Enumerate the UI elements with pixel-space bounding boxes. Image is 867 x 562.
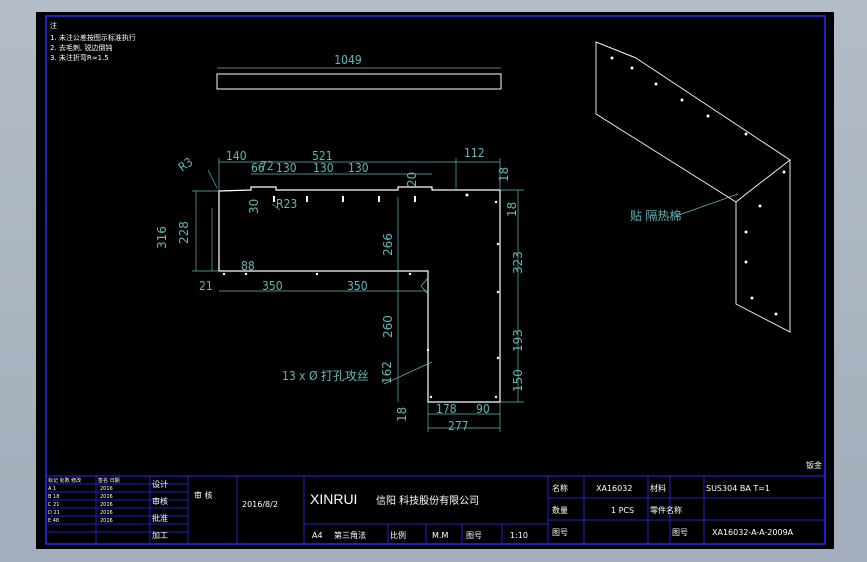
- sheet-border: [45, 15, 826, 545]
- dim-r23: R23: [276, 197, 297, 211]
- dim-130-c: 130: [348, 161, 369, 175]
- notes-block: 注 1. 未注公差按图示标准执行 2. 去毛刺, 锐边倒钝 3. 未注折弯R≈1…: [50, 21, 136, 62]
- tb-drawing-no-label-2: 图号: [672, 528, 688, 537]
- cad-drawing: 注 1. 未注公差按图示标准执行 2. 去毛刺, 锐边倒钝 3. 未注折弯R≈1…: [45, 15, 826, 545]
- tb-figure-label: 图号: [552, 528, 568, 537]
- rev-mid-4: 2016: [100, 510, 113, 516]
- tb-material: SUS304 BA T=1: [706, 484, 770, 493]
- tb-material-label: 材料: [650, 483, 666, 493]
- note-1: 1. 未注公差按图示标准执行: [50, 33, 136, 42]
- rev-mid-2: 2016: [100, 494, 113, 500]
- tb-qty-label: 数量: [552, 505, 568, 515]
- dim-140: 140: [226, 149, 247, 163]
- dim-label-1049: 1049: [334, 53, 362, 67]
- note-3: 3. 未注折弯R≈1.5: [50, 53, 109, 62]
- isometric-view: [595, 41, 791, 333]
- dim-130-a: 130: [276, 161, 297, 175]
- paste-callout: 贴 隔热棉: [630, 209, 681, 223]
- dim-112: 112: [464, 146, 485, 160]
- tb-design-label: 设计: [152, 479, 168, 489]
- dim-18-c: 18: [395, 407, 409, 422]
- rev-row-3: C 21: [48, 502, 59, 508]
- tb-unit: M.M: [432, 531, 448, 540]
- rev-header-2: 签名 日期: [98, 477, 120, 484]
- hole-callout: 13 x Ø 打孔攻丝: [282, 369, 369, 383]
- corner-mark: 钣金: [806, 460, 822, 470]
- dim-228: 228: [177, 221, 191, 244]
- dim-21: 21: [199, 279, 213, 293]
- dim-316: 316: [155, 226, 169, 249]
- dim-overall-length: 1049: [216, 53, 502, 90]
- tb-name-label: 名称: [552, 483, 568, 493]
- rev-row-2: B 18: [48, 494, 59, 500]
- rev-row-4: D 21: [48, 510, 60, 516]
- dim-130-b: 130: [313, 161, 334, 175]
- dim-18-a: 18: [497, 167, 511, 182]
- title-block: 标记 处数 修改 签名 日期 A 1 B 18 C 21 D 21 E 48 2…: [45, 475, 826, 545]
- dim-323: 323: [511, 251, 525, 274]
- tb-drawing-no: XA16032-A-A-2009A: [712, 528, 794, 537]
- tb-check-label: 审核: [152, 496, 168, 506]
- tb-company-en: XINRUI: [310, 491, 357, 507]
- dim-30: 30: [247, 199, 261, 214]
- dim-20: 20: [405, 172, 419, 187]
- dim-193: 193: [511, 329, 525, 352]
- rev-mid-5: 2016: [100, 518, 113, 524]
- dim-260: 260: [381, 315, 395, 338]
- dim-18-b: 18: [505, 202, 519, 217]
- tb-scale: 1:10: [510, 531, 528, 540]
- notes-header: 注: [50, 21, 57, 30]
- tb-approve-label: 批准: [152, 513, 168, 523]
- rev-mid-1: 2016: [100, 486, 113, 492]
- dim-277: 277: [448, 419, 469, 433]
- rev-header-1: 标记 处数 修改: [48, 477, 81, 484]
- dim-72: 72: [260, 159, 274, 173]
- drawing-sheet: 注 1. 未注公差按图示标准执行 2. 去毛刺, 锐边倒钝 3. 未注折弯R≈1…: [36, 12, 834, 549]
- tb-company-cn: 信阳 科技股份有限公司: [376, 494, 479, 507]
- dim-350-a: 350: [262, 279, 283, 293]
- tb-process-label: 加工: [152, 530, 168, 540]
- tb-model: XA16032: [596, 484, 632, 493]
- dimension-labels: 140 521 R3 112 66 72 130 130 130 20 18 3…: [155, 146, 525, 433]
- tb-part-label: 零件名称: [650, 505, 682, 515]
- rev-row-5: E 48: [48, 518, 59, 524]
- dim-266: 266: [381, 233, 395, 256]
- rev-row-1: A 1: [48, 486, 56, 492]
- dim-r3: R3: [176, 155, 196, 175]
- dim-90: 90: [476, 402, 490, 416]
- tb-date: 2016/8/2: [242, 500, 278, 509]
- tb-qty: 1 PCS: [611, 506, 634, 515]
- dim-88: 88: [241, 259, 255, 273]
- dim-162: 162: [380, 361, 394, 384]
- note-2: 2. 去毛刺, 锐边倒钝: [50, 43, 112, 52]
- tb-drawing-no-label: 图号: [466, 531, 482, 540]
- dim-178: 178: [436, 402, 457, 416]
- dimension-lines: [192, 158, 524, 432]
- rev-mid-3: 2016: [100, 502, 113, 508]
- dim-350-b: 350: [347, 279, 368, 293]
- tb-approver: 审 核: [194, 490, 213, 500]
- tb-format: A4: [312, 531, 323, 540]
- tb-view: 第三角法: [334, 530, 366, 540]
- dim-150: 150: [511, 369, 525, 392]
- slot-holes: [222, 193, 500, 399]
- tb-ratio-label: 比例: [390, 530, 406, 540]
